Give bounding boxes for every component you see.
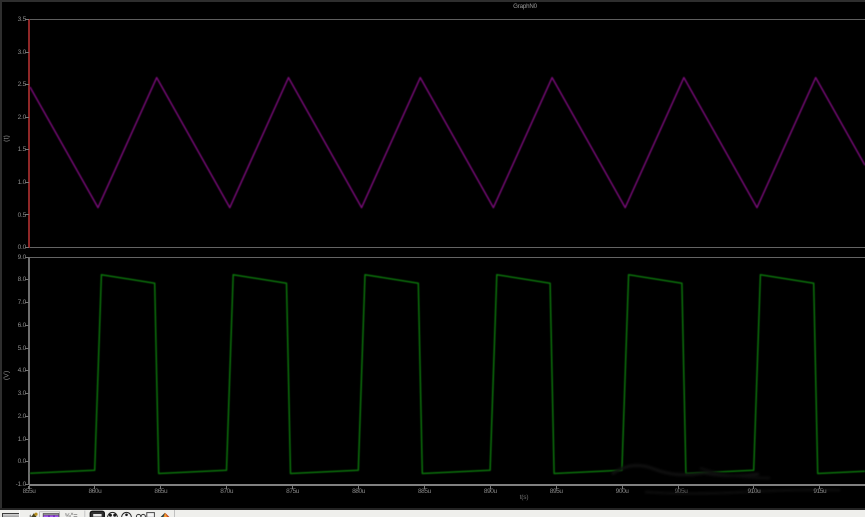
svg-text:⅝˟=: ⅝˟= <box>65 511 79 517</box>
